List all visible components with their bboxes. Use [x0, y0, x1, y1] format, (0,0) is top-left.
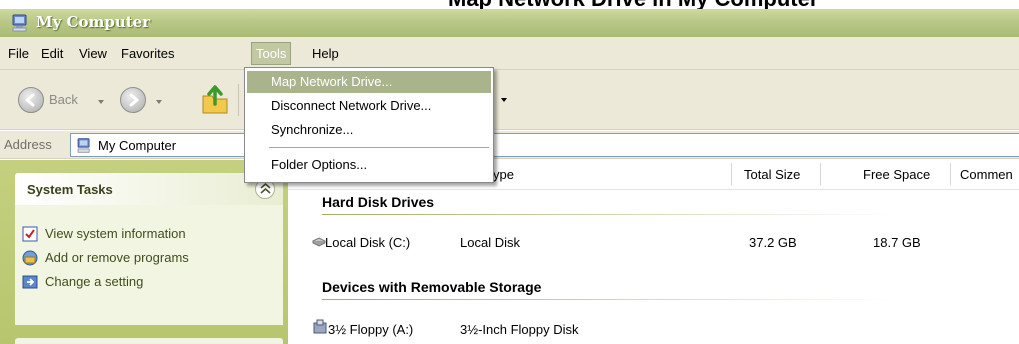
window-title: My Computer [36, 13, 151, 31]
forward-arrow-icon [129, 93, 139, 107]
column-free-space[interactable]: Free Space [863, 167, 930, 182]
my-computer-icon [12, 14, 27, 32]
group-hard-disk-drives: Hard Disk Drives [322, 194, 435, 210]
drive-name: 3½ Floppy (A:) [328, 322, 414, 337]
task-pane: System Tasks View system information Add… [0, 160, 288, 344]
column-type[interactable]: ype [493, 167, 514, 182]
menu-edit[interactable]: Edit [41, 46, 63, 61]
forward-dropdown-icon[interactable] [156, 100, 162, 104]
address-label: Address [4, 137, 52, 152]
column-separator[interactable] [950, 163, 951, 185]
menu-item-label: Disconnect Network Drive... [271, 98, 432, 113]
up-folder-icon[interactable] [200, 84, 230, 116]
system-tasks-title: System Tasks [27, 182, 113, 197]
menu-bar: File Edit View Favorites Tools Help [0, 37, 1019, 70]
drive-name: Local Disk (C:) [325, 235, 411, 250]
task-label: Add or remove programs [45, 250, 189, 265]
menu-tools[interactable]: Tools [251, 42, 292, 65]
system-tasks-panel: System Tasks View system information Add… [15, 173, 283, 325]
address-bar: Address My Computer [0, 131, 1019, 159]
control-panel-icon [22, 275, 38, 289]
menu-separator [269, 147, 489, 148]
add-remove-programs-icon [22, 250, 38, 266]
menu-help[interactable]: Help [312, 46, 339, 61]
menu-item-disconnect-network-drive[interactable]: Disconnect Network Drive... [247, 95, 491, 117]
menu-view[interactable]: View [79, 46, 107, 61]
column-separator[interactable] [820, 163, 821, 185]
back-dropdown-icon[interactable] [98, 100, 104, 104]
column-comments[interactable]: Commen [960, 167, 1013, 182]
other-places-panel [15, 338, 283, 344]
drive-type: Local Disk [460, 235, 520, 250]
standard-toolbar: Back [0, 70, 1019, 130]
group-underline [322, 299, 892, 300]
menu-item-label: Folder Options... [271, 157, 368, 172]
forward-button[interactable] [120, 87, 146, 113]
menu-item-synchronize[interactable]: Synchronize... [247, 119, 491, 141]
my-computer-icon [77, 138, 90, 153]
drive-row-local-disk[interactable]: Local Disk (C:) Local Disk 37.2 GB 18.7 … [288, 232, 1019, 254]
task-label: View system information [45, 226, 186, 241]
address-value: My Computer [98, 138, 177, 153]
task-label: Change a setting [45, 274, 144, 289]
menu-item-folder-options[interactable]: Folder Options... [247, 154, 491, 176]
drive-row-floppy[interactable]: 3½ Floppy (A:) 3½-Inch Floppy Disk [288, 317, 1019, 339]
hard-disk-icon [312, 237, 326, 247]
drive-type: 3½-Inch Floppy Disk [460, 322, 579, 337]
menu-item-label: Synchronize... [271, 122, 354, 137]
drive-total-size: 37.2 GB [749, 235, 797, 250]
details-view: ype Total Size Free Space Commen Hard Di… [288, 160, 1019, 344]
system-info-icon [22, 226, 38, 242]
group-underline [322, 214, 892, 215]
menu-favorites[interactable]: Favorites [121, 46, 174, 61]
toolbar-separator [238, 84, 239, 116]
chevron-up-icon [260, 183, 271, 194]
window-title-bar[interactable]: My Computer [0, 9, 1019, 37]
group-removable-storage: Devices with Removable Storage [322, 279, 542, 295]
column-total-size[interactable]: Total Size [744, 167, 800, 182]
address-field[interactable]: My Computer [70, 133, 1019, 157]
menu-item-map-network-drive[interactable]: Map Network Drive... [247, 71, 491, 93]
menu-file[interactable]: File [8, 46, 29, 61]
column-separator[interactable] [731, 163, 732, 185]
drive-free-space: 18.7 GB [873, 235, 921, 250]
caption-text: Map Network Drive in My Computer [448, 0, 818, 9]
views-dropdown-icon[interactable] [501, 98, 507, 102]
back-button[interactable] [18, 87, 44, 113]
menu-item-label: Map Network Drive... [271, 74, 393, 89]
caption-text-clipped: Map Network Drive in My Computer [0, 0, 1019, 9]
back-arrow-icon [25, 93, 35, 107]
back-label: Back [49, 92, 78, 107]
system-tasks-header[interactable]: System Tasks [15, 173, 283, 205]
tools-dropdown-menu: Map Network Drive... Disconnect Network … [244, 67, 494, 183]
floppy-drive-icon [313, 319, 327, 334]
